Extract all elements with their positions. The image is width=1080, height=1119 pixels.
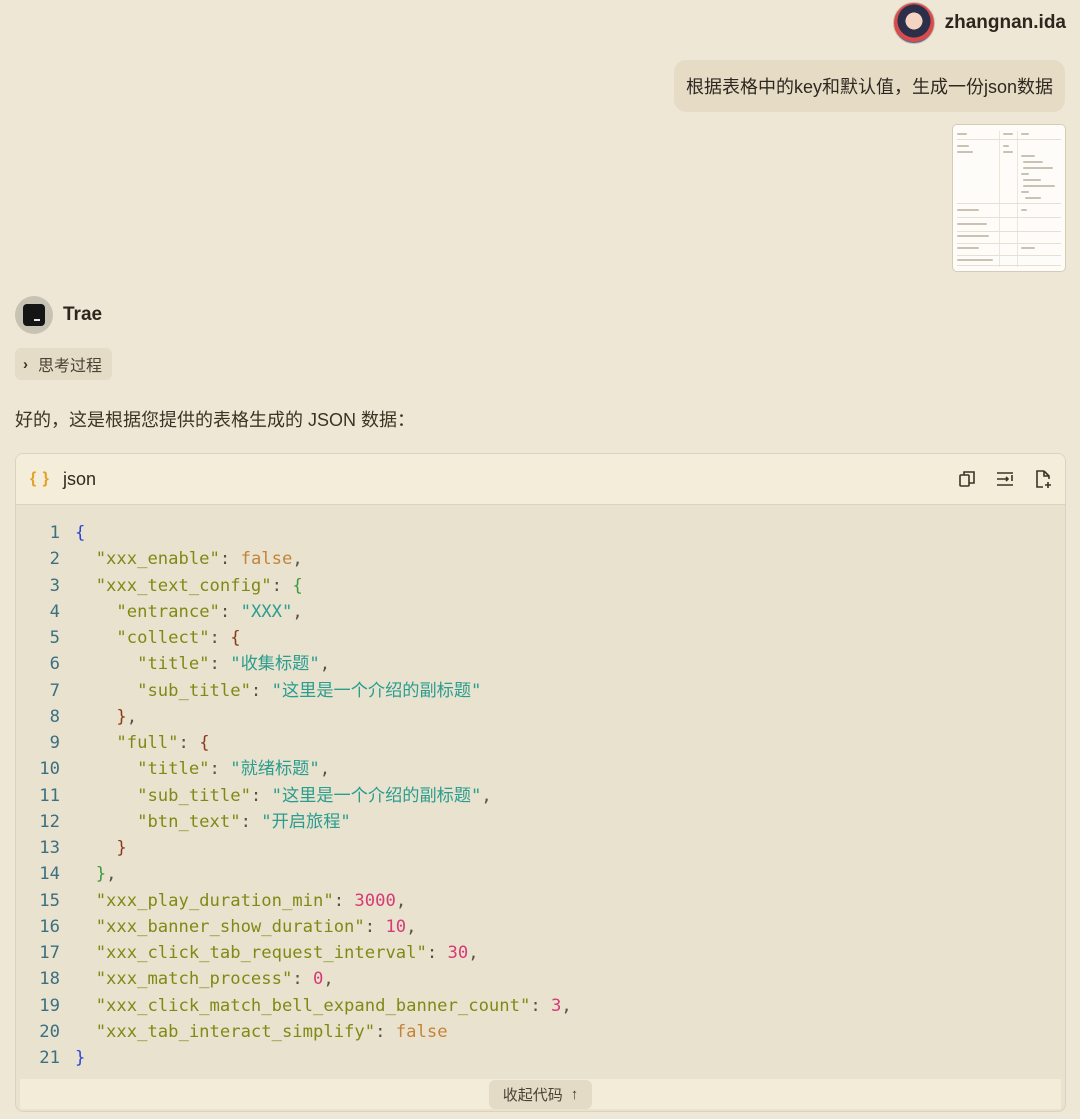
code-line: 20 "xxx_tab_interact_simplify": false (16, 1019, 1065, 1045)
code-line: 4 "entrance": "XXX", (16, 599, 1065, 625)
username: zhangnan.ida (944, 12, 1066, 33)
line-number: 12 (39, 811, 60, 832)
copy-icon[interactable] (957, 469, 977, 489)
code-line: 6 "title": "收集标题", (16, 651, 1065, 677)
line-number: 19 (39, 995, 60, 1016)
thinking-toggle[interactable]: › 思考过程 (15, 348, 113, 380)
code-line: 3 "xxx_text_config": { (16, 573, 1065, 599)
assistant-avatar (15, 296, 53, 334)
code-text: } (75, 1048, 86, 1068)
code-text: "entrance": "XXX", (116, 601, 303, 622)
code-text: "title": "收集标题", (137, 654, 331, 675)
code-line: 7 "sub_title": "这里是一个介绍的副标题" (16, 678, 1065, 704)
thinking-label: 思考过程 (38, 358, 103, 375)
line-number: 2 (49, 549, 60, 570)
collapse-bar: 收起代码 ↑ (20, 1079, 1061, 1109)
line-number: 18 (39, 969, 60, 990)
assistant-header: Trae (15, 296, 102, 334)
code-text: "collect": { (116, 628, 241, 648)
line-number: 7 (49, 680, 60, 701)
code-line: 14 }, (16, 861, 1065, 887)
braces-icon: { } (30, 470, 50, 487)
code-text: "xxx_match_process": 0, (95, 969, 334, 990)
code-line: 13 } (16, 835, 1065, 861)
code-text: "xxx_tab_interact_simplify": false (95, 1021, 448, 1042)
code-line: 16 "xxx_banner_show_duration": 10, (16, 914, 1065, 940)
line-number: 15 (39, 890, 60, 911)
code-line: 8 }, (16, 704, 1065, 730)
user-avatar[interactable] (892, 2, 935, 44)
line-number: 10 (39, 759, 60, 780)
code-line: 17 "xxx_click_tab_request_interval": 30, (16, 940, 1065, 966)
code-text: "xxx_banner_show_duration": 10, (95, 916, 417, 937)
code-line: 1{ (16, 520, 1065, 546)
line-number: 20 (39, 1021, 60, 1042)
line-number: 6 (49, 654, 60, 675)
code-text: } (116, 838, 127, 858)
code-line: 5 "collect": { (16, 625, 1065, 651)
code-text: "sub_title": "这里是一个介绍的副标题", (137, 785, 492, 806)
line-number: 9 (49, 733, 60, 753)
code-block-header: { } json (16, 454, 1065, 505)
code-text: }, (116, 706, 138, 727)
code-line: 2 "xxx_enable": false, (16, 546, 1065, 572)
chevron-right-icon: › (23, 355, 28, 373)
new-file-icon[interactable] (1033, 469, 1053, 489)
collapse-code-button[interactable]: 收起代码 ↑ (488, 1079, 593, 1109)
line-number: 17 (39, 943, 60, 963)
code-line: 18 "xxx_match_process": 0, (16, 966, 1065, 992)
line-number: 14 (39, 864, 60, 885)
code-block: { } json 1{2 "xxx_enable": false, 3 "xxx… (15, 453, 1066, 1112)
wrap-icon[interactable] (995, 469, 1015, 489)
code-line: 12 "btn_text": "开启旅程" (16, 809, 1065, 835)
line-number: 21 (39, 1048, 60, 1068)
code-text: "xxx_enable": false, (95, 549, 303, 570)
code-text: { (75, 523, 86, 543)
terminal-logo-icon (23, 304, 45, 326)
code-text: "title": "就绪标题", (137, 759, 331, 780)
attached-table-image[interactable] (952, 124, 1066, 272)
user-header: zhangnan.ida (892, 2, 1066, 44)
line-number: 13 (39, 838, 60, 858)
line-number: 1 (49, 523, 60, 543)
code-text: "xxx_click_match_bell_expand_banner_coun… (95, 995, 572, 1016)
code-line: 19 "xxx_click_match_bell_expand_banner_c… (16, 993, 1065, 1019)
code-language: json (63, 468, 97, 489)
line-number: 5 (49, 628, 60, 648)
code-text: }, (95, 864, 117, 885)
code-text: "btn_text": "开启旅程" (137, 811, 351, 832)
line-number: 16 (39, 916, 60, 937)
code-line: 9 "full": { (16, 730, 1065, 756)
code-text: "full": { (116, 733, 210, 753)
code-line: 21} (16, 1045, 1065, 1071)
code-text: "sub_title": "这里是一个介绍的副标题" (137, 680, 482, 701)
collapse-label: 收起代码 (502, 1086, 563, 1104)
line-number: 4 (49, 601, 60, 622)
code-line: 11 "sub_title": "这里是一个介绍的副标题", (16, 783, 1065, 809)
line-number: 3 (49, 575, 60, 596)
code-text: "xxx_play_duration_min": 3000, (95, 890, 407, 911)
line-number: 11 (39, 785, 60, 806)
code-text: "xxx_text_config": { (95, 575, 303, 596)
code-content[interactable]: 1{2 "xxx_enable": false, 3 "xxx_text_conf… (16, 505, 1065, 1071)
assistant-reply: 好的，这是根据您提供的表格生成的 JSON 数据： (15, 410, 416, 430)
code-line: 15 "xxx_play_duration_min": 3000, (16, 888, 1065, 914)
arrow-up-icon: ↑ (570, 1085, 579, 1103)
assistant-name: Trae (63, 304, 103, 325)
code-text: "xxx_click_tab_request_interval": 30, (95, 943, 479, 963)
user-message: 根据表格中的key和默认值，生成一份json数据 (673, 60, 1065, 112)
line-number: 8 (49, 706, 60, 727)
code-line: 10 "title": "就绪标题", (16, 756, 1065, 782)
